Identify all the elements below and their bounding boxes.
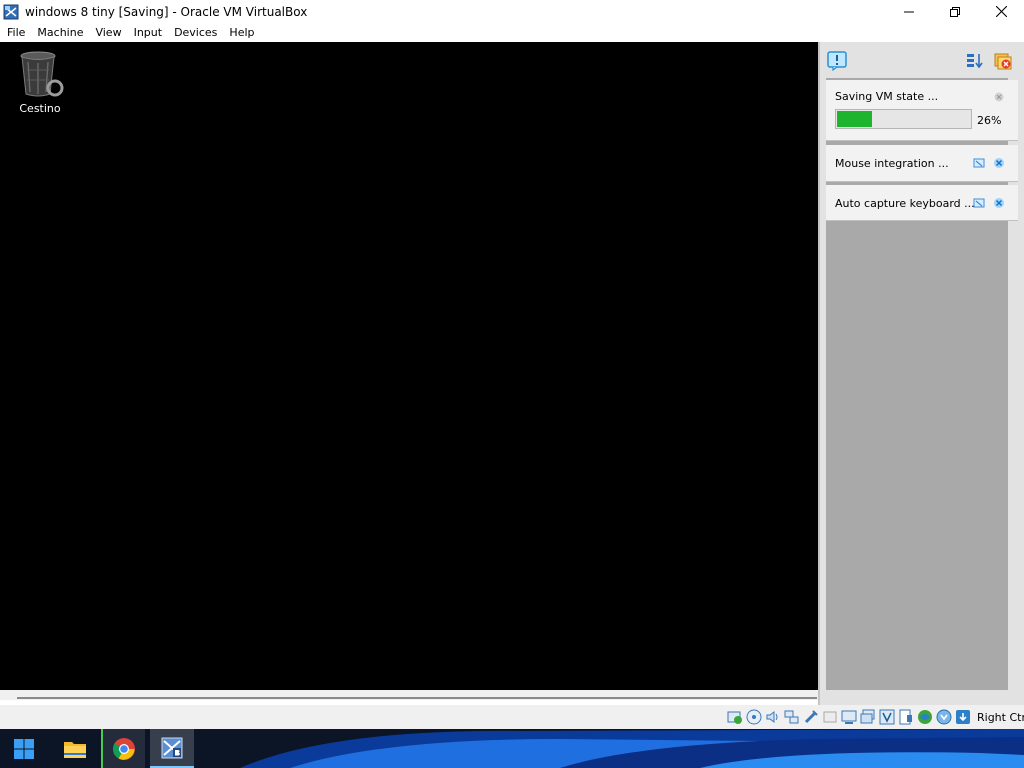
minimize-icon — [904, 11, 914, 12]
help-icon — [973, 158, 985, 168]
close-notification-icon — [994, 198, 1004, 208]
menu-file[interactable]: File — [1, 23, 31, 42]
notification-saving-vm-state: Saving VM state ... 26% — [826, 80, 1018, 141]
help-button[interactable] — [972, 156, 986, 170]
close-notification-button[interactable] — [992, 196, 1006, 210]
notification-auto-capture-keyboard: Auto capture keyboard ... — [826, 185, 1018, 221]
optical-drive-icon[interactable] — [745, 709, 762, 725]
notification-text: Saving VM state ... — [835, 90, 939, 103]
notification-text: Auto capture keyboard ... — [835, 197, 975, 210]
taskbar-file-explorer[interactable] — [53, 729, 97, 768]
close-notification-button[interactable] — [992, 156, 1006, 170]
virtualbox-icon[interactable] — [3, 4, 19, 20]
taskbar-virtualbox[interactable] — [150, 729, 194, 768]
notification-center: Saving VM state ... 26% Mouse integratio… — [818, 42, 1024, 705]
notification-mouse-integration: Mouse integration ... — [826, 145, 1018, 182]
save-progress-bar — [835, 109, 972, 129]
start-button[interactable] — [2, 729, 46, 768]
file-explorer-icon — [64, 741, 86, 758]
title-bar: windows 8 tiny [Saving] - Oracle VM Virt… — [0, 0, 1024, 23]
maximize-icon — [950, 6, 960, 17]
close-all-notifications-button[interactable] — [992, 50, 1014, 72]
menu-view[interactable]: View — [89, 23, 127, 42]
minimize-button[interactable] — [886, 0, 932, 23]
cancel-icon — [994, 92, 1004, 102]
maximize-button[interactable] — [932, 0, 978, 23]
sort-notifications-icon — [967, 54, 983, 69]
menu-bar: File Machine View Input Devices Help — [0, 23, 1024, 42]
close-icon — [995, 6, 1007, 17]
shared-folders-icon[interactable] — [821, 709, 838, 725]
mouse-integration-icon[interactable] — [935, 709, 952, 725]
notification-center-button[interactable] — [826, 50, 848, 72]
sort-notifications-button[interactable] — [964, 50, 986, 72]
cancel-operation-button[interactable] — [992, 90, 1006, 104]
desktop-icon-recycle-bin[interactable]: Cestino — [14, 50, 66, 115]
cpu-icon[interactable] — [916, 709, 933, 725]
virtualization-icon[interactable] — [897, 709, 914, 725]
host-key-label[interactable]: Right Ctrl — [977, 711, 1024, 724]
recycle-bin-icon — [20, 51, 64, 97]
network-icon[interactable] — [783, 709, 800, 725]
hard-disk-icon[interactable] — [726, 709, 743, 725]
close-button[interactable] — [978, 0, 1024, 23]
notification-text: Mouse integration ... — [835, 157, 949, 170]
virtualbox-taskbar-icon — [161, 737, 183, 758]
windows-taskbar — [0, 729, 1024, 768]
vm-display[interactable]: Cestino — [0, 42, 818, 690]
display-icon[interactable] — [840, 709, 857, 725]
status-bar: Right Ctrl — [0, 705, 1024, 729]
menu-input[interactable]: Input — [128, 23, 168, 42]
close-notification-icon — [994, 158, 1004, 168]
recording-icon[interactable] — [878, 709, 895, 725]
keyboard-capture-icon[interactable] — [954, 709, 971, 725]
video-capture-icon[interactable] — [859, 709, 876, 725]
usb-icon[interactable] — [802, 709, 819, 725]
audio-icon[interactable] — [764, 709, 781, 725]
desktop-icon-label: Cestino — [19, 102, 61, 115]
close-all-notifications-icon — [994, 53, 1012, 70]
help-icon — [973, 198, 985, 208]
help-button[interactable] — [972, 196, 986, 210]
chrome-icon — [113, 737, 135, 760]
progress-fill — [837, 111, 872, 127]
menu-help[interactable]: Help — [223, 23, 260, 42]
window-title: windows 8 tiny [Saving] - Oracle VM Virt… — [25, 4, 308, 19]
menu-machine[interactable]: Machine — [31, 23, 89, 42]
windows-start-icon — [14, 738, 34, 759]
taskbar-chrome[interactable] — [101, 729, 145, 768]
progress-percentage: 26% — [977, 114, 1002, 127]
horizontal-scrollbar[interactable] — [17, 697, 817, 699]
notification-center-icon — [827, 51, 847, 71]
menu-devices[interactable]: Devices — [168, 23, 223, 42]
